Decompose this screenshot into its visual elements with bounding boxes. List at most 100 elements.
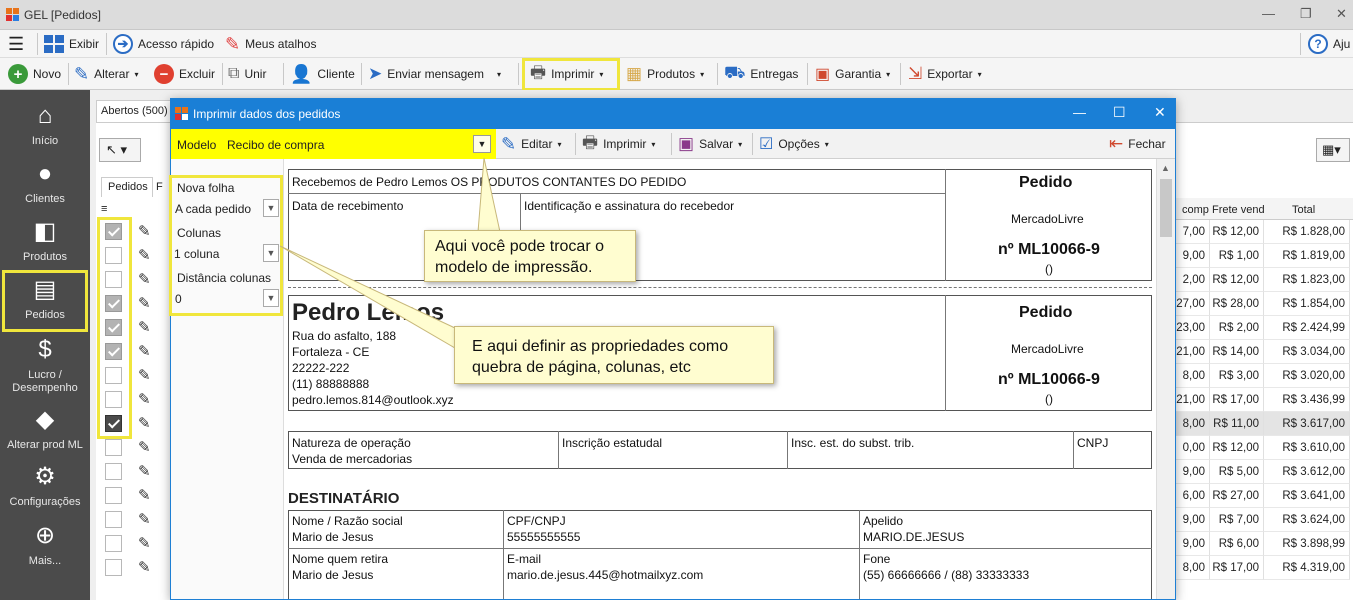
- ajuda-menu[interactable]: ? Aju: [1308, 32, 1350, 56]
- table-cell-frete: R$ 12,00: [1210, 268, 1264, 292]
- meus-atalhos-menu[interactable]: ✎ Meus atalhos: [225, 32, 316, 56]
- scrollbar-thumb[interactable]: [1160, 179, 1172, 237]
- send-icon: ➤: [368, 64, 383, 83]
- checkbox[interactable]: [105, 559, 122, 576]
- edit-row-icon[interactable]: ✎: [138, 558, 151, 576]
- close-icon[interactable]: ✕: [1336, 6, 1347, 22]
- nome-label: Nome / Razão social: [292, 514, 403, 528]
- salvar-button[interactable]: ▣ Salvar ▾: [678, 132, 742, 156]
- excluir-button[interactable]: − Excluir: [154, 62, 215, 86]
- cut-line: [288, 287, 1152, 288]
- column-header-total[interactable]: Total: [1292, 204, 1315, 216]
- scroll-up-icon[interactable]: ▲: [1161, 163, 1170, 173]
- edit-row-icon[interactable]: ✎: [138, 390, 151, 408]
- edit-row-icon[interactable]: ✎: [138, 294, 151, 312]
- window-titlebar: GEL [Pedidos] — ❐ ✕: [0, 0, 1353, 30]
- column-header-frete[interactable]: Frete vend: [1212, 204, 1265, 216]
- novo-button[interactable]: + Novo: [8, 62, 61, 86]
- edit-row-icon[interactable]: ✎: [138, 486, 151, 504]
- exibir-label: Exibir: [69, 37, 100, 51]
- table-cell-total: R$ 4.319,00: [1264, 556, 1350, 580]
- dialog-imprimir-button[interactable]: 🖶 Imprimir ▾: [582, 132, 655, 156]
- minimize-icon[interactable]: —: [1262, 6, 1275, 21]
- sidebar-item-configuracoes[interactable]: ⚙ Configurações: [0, 463, 90, 509]
- checkbox[interactable]: [105, 439, 122, 456]
- columns-button[interactable]: ▦▾: [1316, 138, 1350, 162]
- sidebar-item-lucro[interactable]: $ Lucro / Desempenho: [0, 336, 90, 395]
- table-cell-comp: 8,00: [1176, 412, 1210, 436]
- subtab-pedidos[interactable]: Pedidos: [101, 177, 153, 197]
- row-checkbox[interactable]: [101, 508, 125, 530]
- edit-row-icon[interactable]: ✎: [138, 270, 151, 288]
- list-icon: ≡: [101, 203, 108, 215]
- app-logo-icon: [175, 107, 188, 120]
- fechar-label: Fechar: [1128, 137, 1166, 151]
- close-icon[interactable]: ✕: [1154, 104, 1166, 121]
- modelo-selector[interactable]: Modelo Recibo de compra ▼: [171, 129, 496, 159]
- edit-row-icon[interactable]: ✎: [138, 534, 151, 552]
- tab-abertos[interactable]: Abertos (500): [96, 100, 176, 122]
- dialog-toolbar: Modelo Recibo de compra ▼ ✎ Editar ▾ 🖶 Im…: [171, 129, 1175, 159]
- sender-name: Pedro Lemos: [292, 299, 445, 326]
- checkbox[interactable]: [105, 487, 122, 504]
- sidebar-item-inicio[interactable]: ⌂ Início: [0, 102, 90, 148]
- edit-row-icon[interactable]: ✎: [138, 342, 151, 360]
- fone-value: (55) 66666666 / (88) 33333333: [863, 568, 1030, 582]
- edit-row-icon[interactable]: ✎: [138, 222, 151, 240]
- printer-icon: 🖶: [582, 132, 599, 152]
- exportar-button[interactable]: ⇲ Exportar ▾: [908, 62, 982, 86]
- fechar-button[interactable]: ⇤ Fechar: [1109, 132, 1166, 156]
- edit-row-icon[interactable]: ✎: [138, 462, 151, 480]
- maximize-icon[interactable]: ❐: [1300, 6, 1312, 22]
- edit-row-icon[interactable]: ✎: [138, 438, 151, 456]
- sidebar-item-produtos[interactable]: ◧ Produtos: [0, 218, 90, 264]
- row-checkbox[interactable]: [101, 556, 125, 578]
- table-cell-total: R$ 3.641,00: [1264, 484, 1350, 508]
- checkbox[interactable]: [105, 535, 122, 552]
- table-cell-total: R$ 1.819,00: [1264, 244, 1350, 268]
- edit-row-icon[interactable]: ✎: [138, 318, 151, 336]
- cliente-button[interactable]: 👤 Cliente: [290, 62, 355, 86]
- sender-address: Rua do asfalto, 188: [292, 329, 397, 343]
- entregas-button[interactable]: ⛟ Entregas: [724, 62, 798, 86]
- sidebar-item-mais[interactable]: ⊕ Mais...: [0, 522, 90, 568]
- acesso-rapido-menu[interactable]: ➔ Acesso rápido: [113, 32, 214, 56]
- row-checkbox[interactable]: [101, 436, 125, 458]
- selection-tool-button[interactable]: ↖ ▾: [99, 138, 141, 162]
- unir-button[interactable]: ⧉ Unir: [228, 62, 266, 86]
- exibir-menu[interactable]: Exibir: [44, 32, 99, 56]
- sidebar-item-alterar-prod-ml[interactable]: ◆ Alterar prod ML: [0, 406, 90, 452]
- table-cell-comp: 9,00: [1176, 532, 1210, 556]
- apelido-value: MARIO.DE.JESUS: [863, 530, 965, 544]
- column-header-comp[interactable]: comp: [1182, 204, 1209, 216]
- produtos-button[interactable]: ▦ Produtos ▾: [626, 62, 704, 86]
- row-checkbox[interactable]: [101, 532, 125, 554]
- edit-row-icon[interactable]: ✎: [138, 366, 151, 384]
- minimize-icon[interactable]: —: [1073, 105, 1086, 120]
- opcoes-button[interactable]: ☑ Opções ▾: [759, 132, 829, 156]
- checkbox[interactable]: [105, 463, 122, 480]
- print-options-panel: Nova folha A cada pedido ▼ Colunas 1 col…: [169, 159, 284, 599]
- edit-row-icon[interactable]: ✎: [138, 246, 151, 264]
- natureza-label: Natureza de operação: [292, 436, 411, 450]
- garantia-button[interactable]: ▣ Garantia ▾: [815, 62, 890, 86]
- preview-scrollbar[interactable]: ▲: [1156, 159, 1175, 599]
- alterar-button[interactable]: ✎ Alterar ▾: [74, 62, 138, 86]
- table-cell-frete: R$ 28,00: [1210, 292, 1264, 316]
- row-checkbox[interactable]: [101, 460, 125, 482]
- sidebar-item-clientes[interactable]: ● Clientes: [0, 160, 90, 206]
- editar-button[interactable]: ✎ Editar ▾: [501, 132, 561, 156]
- novo-label: Novo: [33, 67, 62, 81]
- chevron-down-icon[interactable]: ▼: [473, 135, 491, 153]
- hamburger-menu-icon[interactable]: ☰: [8, 32, 24, 56]
- row-checkbox[interactable]: [101, 484, 125, 506]
- enviar-mensagem-button[interactable]: ➤ Enviar mensagem ▾: [368, 62, 501, 86]
- table-cell-frete: R$ 2,00: [1210, 316, 1264, 340]
- subtab-f[interactable]: F: [156, 181, 163, 193]
- menubar: ☰ Exibir ➔ Acesso rápido ✎ Meus atalhos …: [0, 30, 1353, 58]
- edit-row-icon[interactable]: ✎: [138, 510, 151, 528]
- sender-city: Fortaleza - CE: [292, 345, 370, 359]
- edit-row-icon[interactable]: ✎: [138, 414, 151, 432]
- maximize-icon[interactable]: ☐: [1113, 104, 1126, 121]
- checkbox[interactable]: [105, 511, 122, 528]
